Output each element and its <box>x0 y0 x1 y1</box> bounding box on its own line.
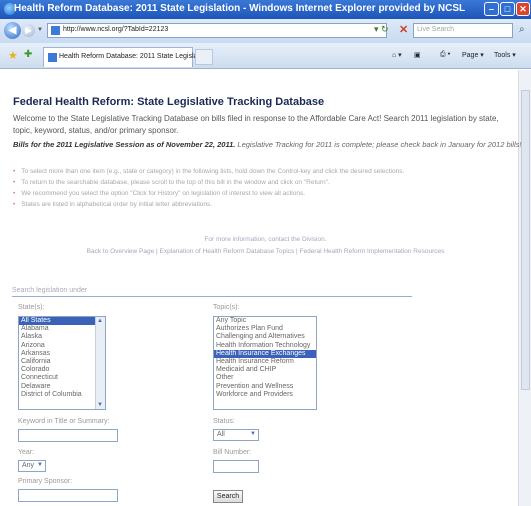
maximize-button[interactable]: □ <box>500 2 515 16</box>
list-item[interactable]: California <box>19 358 105 366</box>
session-status: Legislative Tracking for 2011 is complet… <box>237 140 522 149</box>
url-text: http://www.ncsl.org/?TabId=22123 <box>63 26 169 33</box>
link-overview[interactable]: Back to Overview Page <box>87 248 155 255</box>
listbox-scrollbar[interactable]: ▲ ▼ <box>95 317 105 409</box>
status-label: Status: <box>213 418 235 425</box>
chevron-down-icon[interactable]: ▼ <box>250 431 256 437</box>
page-title: Federal Health Reform: State Legislative… <box>13 96 325 108</box>
session-date: Bills for the 2011 Legislative Session a… <box>13 140 236 149</box>
chevron-down-icon[interactable]: ▼ <box>37 462 43 468</box>
list-item[interactable]: Any Topic <box>214 317 316 325</box>
home-icon[interactable]: ⌂ ▾ <box>392 51 402 59</box>
page-scrollbar[interactable] <box>518 70 531 506</box>
form-divider <box>12 296 412 297</box>
page-menu-label: Page <box>462 52 479 59</box>
year-label: Year: <box>18 449 35 456</box>
address-bar-row: ◀ ▶ ▼ http://www.ncsl.org/?TabId=22123 ▾… <box>0 19 531 43</box>
session-note: Bills for the 2011 Legislative Session a… <box>13 140 521 149</box>
topics-listbox[interactable]: Any Topic Authorizes Plan Fund Challengi… <box>213 316 317 410</box>
favorites-star-icon[interactable]: ★ <box>8 49 18 62</box>
page-menu[interactable]: Page ▾ <box>462 51 484 59</box>
list-item[interactable]: Arizona <box>19 342 105 350</box>
refresh-icon[interactable]: ▾ ↻ <box>374 24 389 35</box>
form-legend: Search legislation under <box>12 287 88 294</box>
list-item[interactable]: Authorizes Plan Fund <box>214 325 316 333</box>
list-item-text: States are listed in alphabetical order … <box>21 201 213 208</box>
keyword-label: Keyword in Title or Summary: <box>18 418 110 425</box>
link-resources[interactable]: Federal Health Reform Implementation Res… <box>299 248 444 255</box>
list-item[interactable]: Colorado <box>19 366 105 374</box>
tab-title: Health Reform Database: 2011 State Legis… <box>59 53 209 60</box>
list-item[interactable]: District of Columbia <box>19 391 105 399</box>
sponsor-input[interactable] <box>18 489 118 502</box>
history-dropdown-icon[interactable]: ▼ <box>37 27 43 33</box>
list-item[interactable]: Prevention and Wellness <box>214 383 316 391</box>
list-item[interactable]: Arkansas <box>19 350 105 358</box>
list-item[interactable]: Health Information Technology <box>214 342 316 350</box>
window-title: Health Reform Database: 2011 State Legis… <box>14 3 466 14</box>
list-item[interactable]: Health Insurance Reform <box>214 358 316 366</box>
list-item-text: We recommend you select the option "Clic… <box>21 190 306 197</box>
states-listbox[interactable]: All States Alabama Alaska Arizona Arkans… <box>18 316 106 410</box>
bill-number-input[interactable] <box>213 460 259 473</box>
list-item[interactable]: Health Insurance Exchanges <box>214 349 316 359</box>
address-input[interactable]: http://www.ncsl.org/?TabId=22123 <box>47 23 387 38</box>
browser-tab[interactable]: Health Reform Database: 2011 State Legis… <box>43 47 209 67</box>
topics-label: Topic(s): <box>213 304 240 311</box>
keyword-input[interactable] <box>18 429 118 442</box>
list-item[interactable]: Medicaid and CHIP <box>214 366 316 374</box>
search-icon[interactable]: ⌕ <box>519 24 525 35</box>
scroll-down-icon[interactable]: ▼ <box>97 402 103 408</box>
list-item[interactable]: Other <box>214 374 316 382</box>
search-input[interactable]: Live Search <box>413 23 513 38</box>
stop-icon[interactable]: ✕ <box>399 23 408 36</box>
close-button[interactable]: ✕ <box>516 2 530 16</box>
tools-menu[interactable]: Tools ▾ <box>494 51 516 59</box>
list-item[interactable]: All States <box>19 317 105 326</box>
list-item-text: To return to the searchable database, pl… <box>21 179 330 186</box>
list-item: • To return to the searchable database, p… <box>13 179 330 186</box>
page-icon <box>51 26 60 35</box>
states-label: State(s): <box>18 304 45 311</box>
list-item[interactable]: Delaware <box>19 383 105 391</box>
year-select[interactable]: Any ▼ <box>18 460 46 472</box>
tab-toolbar-row: ★ ✚ Health Reform Database: 2011 State L… <box>0 43 531 69</box>
list-item[interactable]: Alaska <box>19 333 105 341</box>
nav-links: Back to Overview Page | Explanation of H… <box>86 248 445 255</box>
tools-menu-label: Tools <box>494 52 511 59</box>
contact-link[interactable]: For more information, contact the Divisi… <box>0 236 531 243</box>
search-placeholder: Live Search <box>417 26 454 33</box>
add-favorites-icon[interactable]: ✚ <box>24 49 32 60</box>
bill-number-label: Bill Number: <box>213 449 252 456</box>
scroll-up-icon[interactable]: ▲ <box>97 318 103 324</box>
list-item[interactable]: Connecticut <box>19 374 105 382</box>
list-item: • We recommend you select the option "Cli… <box>13 190 306 197</box>
instructions-list: • To select more than one item (e.g., sta… <box>13 166 513 210</box>
link-topics[interactable]: Explanation of Health Reform Database To… <box>160 248 295 255</box>
feeds-icon[interactable]: ▣ <box>414 51 421 59</box>
list-item: • States are listed in alphabetical order… <box>13 201 213 208</box>
window-title-bar: Health Reform Database: 2011 State Legis… <box>0 0 531 19</box>
year-value: Any <box>22 462 35 469</box>
list-item-text: To select more than one item (e.g., stat… <box>21 168 405 175</box>
status-select[interactable]: All ▼ <box>213 429 259 441</box>
back-button[interactable]: ◀ <box>4 22 21 39</box>
sponsor-label: Primary Sponsor: <box>18 478 73 485</box>
minimize-button[interactable]: – <box>484 2 499 16</box>
list-item: • To select more than one item (e.g., sta… <box>13 168 405 175</box>
list-item[interactable]: Challenging and Alternatives <box>214 333 316 341</box>
search-button[interactable]: Search <box>213 490 243 503</box>
status-value: All <box>217 431 225 438</box>
tab-page-icon <box>48 53 57 62</box>
list-item[interactable]: Workforce and Providers <box>214 391 316 399</box>
forward-button[interactable]: ▶ <box>22 24 35 37</box>
new-tab-button[interactable] <box>195 49 213 65</box>
print-icon[interactable]: ⎙ ▾ <box>440 51 451 59</box>
intro-text: Welcome to the State Legislative Trackin… <box>13 114 499 135</box>
list-item[interactable]: Alabama <box>19 325 105 333</box>
